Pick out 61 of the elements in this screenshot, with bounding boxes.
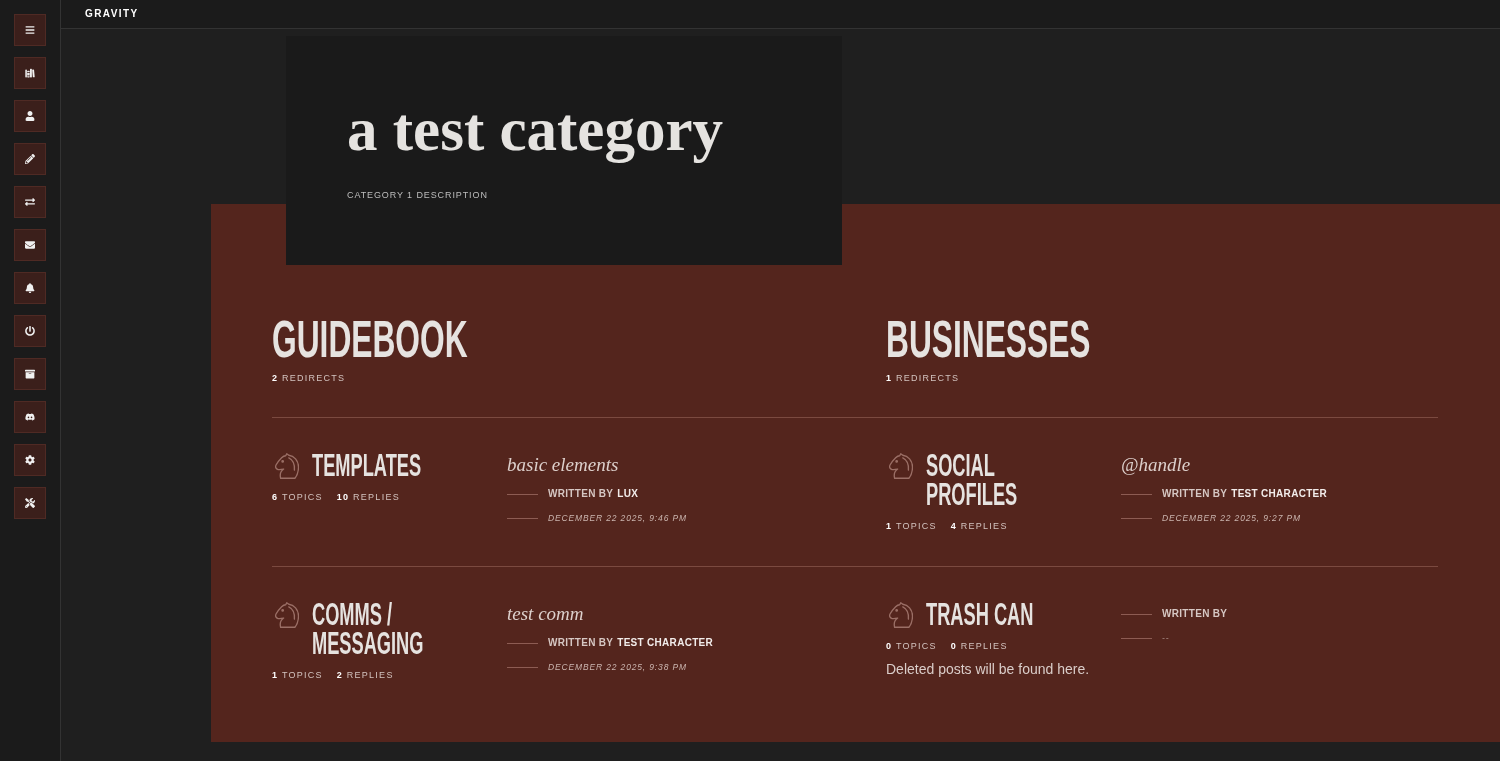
swap-arrows-icon — [25, 197, 35, 207]
chat-button[interactable] — [14, 401, 46, 433]
last-post-link[interactable]: basic elements — [507, 453, 619, 477]
horse-head-icon — [889, 602, 913, 628]
menu-icon — [25, 25, 35, 35]
notifications-button[interactable] — [14, 272, 46, 304]
forum-title-link[interactable]: COMMS / MESSAGING — [312, 600, 455, 658]
site-title-link[interactable]: GRAVITY — [85, 8, 139, 20]
profile-button[interactable] — [14, 100, 46, 132]
settings-button[interactable] — [14, 444, 46, 476]
author-link[interactable]: TEST CHARACTER — [1231, 487, 1328, 501]
post-date: DECEMBER 22 2025, 9:27 PM — [1162, 512, 1301, 525]
horse-head-icon — [889, 453, 913, 479]
post-date: -- — [1162, 632, 1170, 645]
section-title: BUSINESSES — [886, 313, 1091, 365]
redirects-count: 2 REDIRECTS — [272, 372, 346, 385]
forum-title-link[interactable]: TRASH CAN — [926, 600, 1034, 629]
author-link[interactable]: TEST CHARACTER — [617, 636, 714, 650]
topics-count: 1 TOPICS — [272, 669, 323, 682]
topics-count: 0 TOPICS — [886, 640, 937, 653]
author-link[interactable]: LUX — [617, 487, 639, 501]
written-by-label: WRITTEN BY — [548, 487, 614, 501]
forum-description: Deleted posts will be found here. — [886, 660, 1090, 679]
power-button[interactable] — [14, 315, 46, 347]
replies-count: 10 REPLIES — [336, 491, 400, 504]
post-date: DECEMBER 22 2025, 9:38 PM — [548, 661, 687, 674]
written-by-label: WRITTEN BY — [548, 636, 614, 650]
wrench-screwdriver-icon — [25, 498, 35, 508]
topics-count: 6 TOPICS — [272, 491, 323, 504]
user-icon — [25, 111, 35, 121]
category-description: CATEGORY 1 DESCRIPTION — [347, 189, 488, 201]
envelope-icon — [25, 240, 35, 250]
post-date: DECEMBER 22 2025, 9:46 PM — [548, 512, 687, 525]
bell-icon — [25, 283, 35, 293]
section-title: GUIDEBOOK — [272, 313, 468, 365]
topics-count: 1 TOPICS — [886, 520, 937, 533]
library-button[interactable] — [14, 57, 46, 89]
forum-title-link[interactable]: TEMPLATES — [312, 451, 422, 480]
power-icon — [25, 326, 35, 336]
forum-title-link[interactable]: SOCIAL PROFILES — [926, 451, 1069, 509]
game-controller-icon — [25, 412, 35, 422]
written-by-label: WRITTEN BY — [1162, 487, 1228, 501]
replies-count: 0 REPLIES — [950, 640, 1008, 653]
last-post-link[interactable]: @handle — [1121, 453, 1191, 477]
last-post-link[interactable]: test comm — [507, 602, 584, 626]
switch-button[interactable] — [14, 186, 46, 218]
settings-icon — [25, 455, 35, 465]
replies-count: 2 REPLIES — [336, 669, 394, 682]
redirects-count: 1 REDIRECTS — [886, 372, 960, 385]
tools-button[interactable] — [14, 487, 46, 519]
menu-button[interactable] — [14, 14, 46, 46]
messages-button[interactable] — [14, 229, 46, 261]
archive-button[interactable] — [14, 358, 46, 390]
horse-head-icon — [275, 602, 299, 628]
archive-box-icon — [25, 369, 35, 379]
horse-head-icon — [275, 453, 299, 479]
pencil-icon — [25, 154, 35, 164]
books-icon — [25, 68, 35, 78]
written-by-label: WRITTEN BY — [1162, 607, 1228, 621]
edit-button[interactable] — [14, 143, 46, 175]
replies-count: 4 REPLIES — [950, 520, 1008, 533]
